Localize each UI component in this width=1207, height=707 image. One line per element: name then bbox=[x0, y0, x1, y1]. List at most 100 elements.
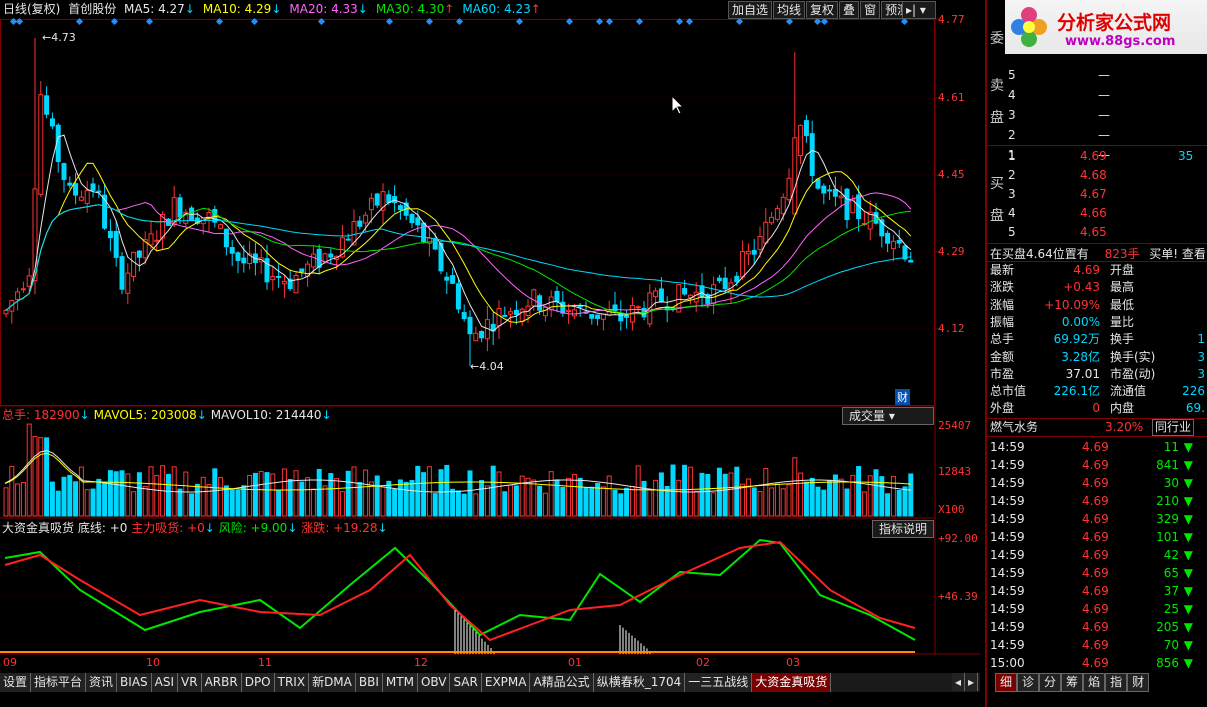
tab-9[interactable]: 新DMA bbox=[309, 673, 356, 692]
sector-row[interactable]: 燃气水务 3.20% 同行业 bbox=[990, 419, 1205, 436]
tab-next-button[interactable]: ▸ bbox=[965, 673, 979, 691]
right-tab-2[interactable]: 分 bbox=[1039, 673, 1062, 692]
toolbar-button-1[interactable]: 均线 bbox=[773, 1, 806, 19]
volume-bar bbox=[403, 481, 409, 517]
tab-6[interactable]: ARBR bbox=[201, 673, 242, 692]
tab-11[interactable]: MTM bbox=[382, 673, 418, 692]
volume-bar bbox=[821, 489, 827, 517]
toolbar-button-0[interactable]: 加自选 bbox=[728, 1, 773, 19]
tab-5[interactable]: VR bbox=[178, 673, 202, 692]
volume-select[interactable]: 成交量 ▾ bbox=[842, 407, 934, 425]
chart-canvas[interactable] bbox=[0, 0, 985, 707]
toolbar-button-3[interactable]: 叠 bbox=[839, 1, 860, 19]
mouse-cursor-icon bbox=[671, 94, 685, 115]
tab-18[interactable]: 大资金真吸货 bbox=[752, 673, 832, 692]
candle bbox=[44, 86, 50, 119]
volume-bar bbox=[287, 479, 293, 517]
tab-13[interactable]: SAR bbox=[450, 673, 482, 692]
volume-bar bbox=[815, 486, 821, 517]
volume-bar bbox=[792, 457, 798, 517]
volume-bar bbox=[432, 493, 438, 517]
tab-16[interactable]: 纵横春秋_1704 bbox=[593, 673, 686, 692]
tab-8[interactable]: TRIX bbox=[274, 673, 310, 692]
tick-row: 14:59 4.69 70 ▼ bbox=[990, 638, 1193, 652]
tab-1[interactable]: 指标平台 bbox=[31, 673, 87, 692]
volume-bar bbox=[264, 472, 270, 517]
logo-text: 分析家公式网 bbox=[1057, 12, 1172, 34]
volume-bar bbox=[803, 481, 809, 517]
tab-7[interactable]: DPO bbox=[241, 673, 275, 692]
tick-row: 15:00 4.69 856 ▼ bbox=[990, 656, 1193, 670]
volume-bar bbox=[409, 480, 415, 517]
candle bbox=[9, 299, 15, 324]
change-line bbox=[4, 540, 916, 642]
volume-bar bbox=[612, 489, 618, 517]
tab-17[interactable]: 一三五战线 bbox=[685, 673, 753, 692]
volume-bar bbox=[270, 473, 276, 517]
tab-3[interactable]: BIAS bbox=[117, 673, 152, 692]
ma-legend-item: MA30: 4.30↑ bbox=[375, 2, 455, 16]
right-tab-3[interactable]: 筹 bbox=[1061, 673, 1084, 692]
candle bbox=[699, 273, 705, 307]
candle bbox=[90, 177, 96, 198]
volume-bar bbox=[577, 477, 583, 517]
month-label: 01 bbox=[568, 656, 582, 669]
volume-tick-label: X100 bbox=[938, 503, 965, 516]
volume-bar bbox=[513, 485, 519, 517]
stock-name: 首创股份 bbox=[68, 2, 117, 16]
volume-bar bbox=[745, 478, 751, 517]
right-tab-5[interactable]: 指 bbox=[1105, 673, 1128, 692]
tab-14[interactable]: EXPMA bbox=[481, 673, 531, 692]
volume-bar bbox=[769, 487, 775, 517]
candle bbox=[600, 313, 606, 331]
tab-0[interactable]: 设置 bbox=[0, 673, 32, 692]
indicator-help-button[interactable]: 指标说明 bbox=[872, 520, 935, 538]
volume-bar bbox=[218, 477, 224, 517]
candle bbox=[519, 307, 525, 326]
price-tick-label: 4.12 bbox=[938, 322, 965, 335]
toolbar-button-2[interactable]: 复权 bbox=[806, 1, 839, 19]
volume-bar bbox=[334, 478, 340, 517]
right-tab-0[interactable]: 细 bbox=[995, 673, 1018, 692]
volume-bar bbox=[61, 476, 67, 517]
volume-bar bbox=[351, 466, 357, 517]
tab-2[interactable]: 资讯 bbox=[86, 673, 118, 692]
tick-row: 14:59 4.69 101 ▼ bbox=[990, 530, 1193, 544]
tab-10[interactable]: BBI bbox=[355, 673, 383, 692]
volume-bar bbox=[589, 486, 595, 517]
sell-level: 2— bbox=[1008, 128, 1110, 142]
volume-bar bbox=[902, 486, 908, 517]
ma-legend-item: MA10: 4.29↓ bbox=[202, 2, 282, 16]
candle bbox=[357, 216, 363, 230]
candle bbox=[490, 312, 496, 346]
volume-bar bbox=[490, 465, 496, 517]
candle bbox=[131, 251, 137, 282]
finance-badge[interactable]: 财 bbox=[895, 389, 910, 405]
wei-label: 委 bbox=[990, 31, 1004, 47]
right-tab-6[interactable]: 财 bbox=[1127, 673, 1150, 692]
volume-bar bbox=[316, 468, 322, 517]
volume-bar bbox=[154, 475, 160, 517]
tab-15[interactable]: A精品公式 bbox=[530, 673, 594, 692]
toolbar-button-4[interactable]: 窗 bbox=[860, 1, 881, 19]
same-industry-button[interactable]: 同行业 bbox=[1152, 419, 1195, 436]
tick-row: 14:59 4.69 841 ▼ bbox=[990, 458, 1193, 472]
tab-12[interactable]: OBV bbox=[417, 673, 451, 692]
volume-bar bbox=[455, 490, 461, 517]
tick-row: 14:59 4.69 30 ▼ bbox=[990, 476, 1193, 490]
volume-bar bbox=[548, 471, 554, 517]
candle bbox=[444, 272, 450, 295]
expand-button[interactable]: ▸| ▾ bbox=[902, 1, 936, 19]
tab-prev-button[interactable]: ◂ bbox=[952, 673, 966, 691]
right-tab-4[interactable]: 焰 bbox=[1083, 673, 1106, 692]
period-label: 日线(复权) bbox=[3, 2, 61, 16]
right-tabs: 细诊分筹焰指财 bbox=[995, 673, 1150, 692]
volume-bar bbox=[885, 493, 891, 517]
tick-row: 14:59 4.69 25 ▼ bbox=[990, 602, 1193, 616]
tab-4[interactable]: ASI bbox=[151, 673, 179, 692]
candle bbox=[223, 228, 229, 256]
right-tab-1[interactable]: 诊 bbox=[1017, 673, 1040, 692]
candle bbox=[885, 230, 891, 253]
volume-bar bbox=[658, 472, 664, 517]
candle bbox=[682, 279, 688, 296]
